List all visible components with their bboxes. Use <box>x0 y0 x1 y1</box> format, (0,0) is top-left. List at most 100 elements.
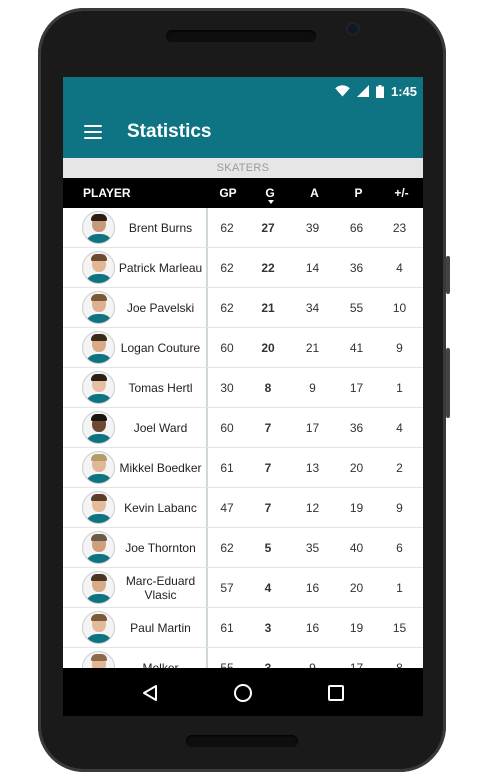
table-row[interactable]: Tomas Hertl 30 8 9 17 1 <box>63 368 423 408</box>
stat-assists: 21 <box>305 340 320 355</box>
hamburger-menu-icon[interactable] <box>84 124 102 139</box>
stat-plus-minus: 8 <box>396 660 403 669</box>
stat-goals: 3 <box>264 620 272 635</box>
battery-icon <box>375 84 384 98</box>
player-name: Joe Pavelski <box>126 300 195 315</box>
stat-gp: 60 <box>220 420 234 435</box>
player-cell: Mikkel Boedker <box>63 448 208 487</box>
column-header-p[interactable]: P <box>337 186 380 200</box>
stat-assists: 16 <box>305 620 320 635</box>
player-cell: Tomas Hertl <box>63 368 208 407</box>
table-row[interactable]: Mikkel Boedker 61 7 13 20 2 <box>63 448 423 488</box>
stat-plus-minus: 1 <box>396 580 403 595</box>
player-name: Joe Thornton <box>125 540 196 555</box>
stat-gp: 47 <box>220 500 234 515</box>
stat-goals: 4 <box>264 580 272 595</box>
stat-gp: 61 <box>220 620 234 635</box>
player-avatar <box>82 251 115 284</box>
stat-plus-minus: 9 <box>396 340 403 355</box>
player-cell: Joe Pavelski <box>63 288 208 327</box>
page-title: Statistics <box>127 120 212 142</box>
stat-plus-minus: 2 <box>396 460 403 475</box>
stat-points: 41 <box>349 340 364 355</box>
table-row[interactable]: Brent Burns 62 27 39 66 23 <box>63 208 423 248</box>
device-screen: 1:45 Statistics SKATERS PLAYER GP G A P … <box>63 77 423 716</box>
stat-goals: 22 <box>261 260 275 275</box>
stat-assists: 17 <box>305 420 320 435</box>
player-cell: Kevin Labanc <box>63 488 208 527</box>
stat-plus-minus: 15 <box>392 620 407 635</box>
table-row[interactable]: Paul Martin 61 3 16 19 15 <box>63 608 423 648</box>
stat-goals: 27 <box>261 220 275 235</box>
stat-points: 40 <box>349 540 364 555</box>
table-row[interactable]: Melker 55 3 9 17 8 <box>63 648 423 668</box>
recents-square-icon[interactable] <box>324 681 348 705</box>
player-name: Logan Couture <box>120 340 201 355</box>
stat-gp: 61 <box>220 460 234 475</box>
stat-assists: 9 <box>309 380 316 395</box>
stat-points: 55 <box>349 300 364 315</box>
stat-plus-minus: 9 <box>396 500 403 515</box>
stat-gp: 55 <box>220 660 234 669</box>
table-row[interactable]: Joe Pavelski 62 21 34 55 10 <box>63 288 423 328</box>
stat-assists: 13 <box>305 460 320 475</box>
stat-goals: 7 <box>264 500 272 515</box>
status-bar: 1:45 <box>63 77 423 105</box>
back-triangle-icon[interactable] <box>138 681 162 705</box>
player-name: Kevin Labanc <box>124 500 197 515</box>
table-row[interactable]: Patrick Marleau 62 22 14 36 4 <box>63 248 423 288</box>
stat-goals: 20 <box>261 340 275 355</box>
player-cell: Brent Burns <box>63 208 208 247</box>
signal-icon <box>356 85 369 97</box>
stat-plus-minus: 10 <box>392 300 407 315</box>
stat-assists: 16 <box>305 580 320 595</box>
player-avatar <box>82 291 115 324</box>
earpiece-speaker <box>166 30 316 42</box>
stat-assists: 9 <box>309 660 316 669</box>
table-row[interactable]: Marc-Eduard Vlasic 57 4 16 20 1 <box>63 568 423 608</box>
column-header-plus-minus[interactable]: +/- <box>380 186 423 200</box>
bottom-speaker <box>186 735 298 747</box>
stat-assists: 35 <box>305 540 320 555</box>
column-header-a[interactable]: A <box>292 186 337 200</box>
player-name: Tomas Hertl <box>128 380 193 395</box>
table-row[interactable]: Kevin Labanc 47 7 12 19 9 <box>63 488 423 528</box>
column-header-player[interactable]: PLAYER <box>63 186 208 200</box>
player-cell: Paul Martin <box>63 608 208 647</box>
player-cell: Logan Couture <box>63 328 208 367</box>
stat-points: 20 <box>349 580 364 595</box>
volume-button <box>446 256 450 294</box>
stat-points: 19 <box>349 620 364 635</box>
player-name: Brent Burns <box>128 220 193 235</box>
column-header-g[interactable]: G <box>248 186 292 200</box>
player-avatar <box>82 611 115 644</box>
player-name: Joel Ward <box>133 420 188 435</box>
app-bar: Statistics <box>63 105 423 158</box>
stat-assists: 39 <box>305 220 320 235</box>
table-row[interactable]: Joel Ward 60 7 17 36 4 <box>63 408 423 448</box>
stat-goals: 8 <box>264 380 272 395</box>
stat-points: 17 <box>349 660 364 669</box>
stat-plus-minus: 4 <box>396 420 403 435</box>
stat-points: 17 <box>349 380 364 395</box>
player-name: Mikkel Boedker <box>119 460 202 475</box>
stat-assists: 12 <box>305 500 320 515</box>
stats-table-body[interactable]: Brent Burns 62 27 39 66 23 Patrick Marleau 62 22… <box>63 208 423 668</box>
player-cell: Patrick Marleau <box>63 248 208 287</box>
player-avatar <box>82 651 115 668</box>
column-header-gp[interactable]: GP <box>208 186 248 200</box>
stat-plus-minus: 6 <box>396 540 403 555</box>
stat-gp: 62 <box>220 540 234 555</box>
wifi-icon <box>335 85 350 97</box>
stat-points: 36 <box>349 420 364 435</box>
stat-points: 20 <box>349 460 364 475</box>
stat-goals: 7 <box>264 460 272 475</box>
section-header: SKATERS <box>63 158 423 178</box>
player-avatar <box>82 491 115 524</box>
stat-assists: 14 <box>305 260 320 275</box>
home-circle-icon[interactable] <box>231 681 255 705</box>
table-row[interactable]: Joe Thornton 62 5 35 40 6 <box>63 528 423 568</box>
table-row[interactable]: Logan Couture 60 20 21 41 9 <box>63 328 423 368</box>
stat-gp: 62 <box>220 220 234 235</box>
stat-goals: 3 <box>264 660 272 669</box>
